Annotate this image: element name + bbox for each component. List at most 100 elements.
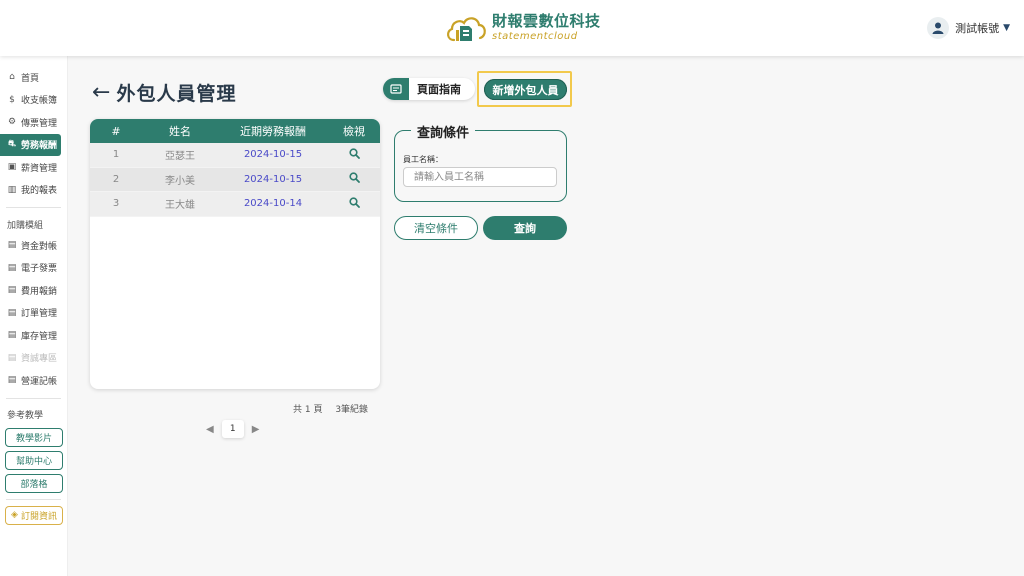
next-page-icon[interactable]: ▶ [252, 424, 260, 435]
brand-name-cn: 財報雲數位科技 [492, 12, 601, 30]
table-body: 1 亞瑟王 2024-10-15 2 李小美 2024-10-15 3 王大雄 … [90, 143, 380, 217]
pagination-summary: 共 1 頁 3筆紀錄 [293, 402, 368, 415]
diamond-icon: ◈ [11, 510, 18, 520]
sidebar-item-label: 費用報銷 [21, 286, 58, 297]
page-guide-button[interactable]: 頁面指南 [383, 78, 475, 100]
total-records: 3筆紀錄 [335, 405, 369, 415]
sidebar-item-fund-reconciliation[interactable]: ▤ 資金對帳 [0, 234, 67, 257]
sidebar-item-label: 營運記帳 [21, 376, 58, 387]
magnifier-icon[interactable] [348, 172, 360, 186]
labor-icon: ⛐ [8, 139, 16, 150]
sidebar-item-labor-remuneration[interactable]: ⛐ 勞務報酬 [0, 133, 61, 156]
magnifier-icon[interactable] [348, 197, 360, 211]
sidebar-item-ledger[interactable]: $ 收支帳簿 [0, 89, 67, 112]
reference-section-label: 參考教學 [7, 411, 44, 421]
sidebar-item-label: 電子發票 [21, 264, 58, 275]
doc-icon: ▤ [7, 352, 17, 363]
account-name: 測試帳號 [955, 22, 1000, 35]
table-row: 2 李小美 2024-10-15 [90, 167, 380, 192]
sidebar-item-pwc-zone: ▤ 資誠專區 [0, 347, 67, 370]
sidebar-item-label: 傳票管理 [21, 118, 58, 129]
query-panel: 查詢條件 員工名稱： [394, 122, 567, 202]
doc-icon: ▤ [7, 240, 17, 251]
help-center-button[interactable]: 幫助中心 [5, 450, 63, 470]
ledger-icon: $ [9, 94, 15, 105]
top-header: 財報雲數位科技 statementcloud 測試帳號 ▼ [0, 0, 1024, 56]
home-icon: ⌂ [9, 72, 15, 83]
subscription-label: 訂閱資訊 [20, 511, 57, 522]
page-title: ← 外包人員管理 [92, 79, 236, 106]
sidebar: ⌂ 首頁 $ 收支帳簿 ⚙ 傳票管理 ⛐ 勞務報酬 ▣ 薪資管理 ▥ 我的報表 … [0, 56, 68, 576]
query-panel-title: 查詢條件 [411, 122, 476, 141]
column-header-name: 姓名 [169, 125, 191, 138]
sidebar-divider [6, 207, 61, 208]
row-date: 2024-10-14 [243, 198, 303, 210]
sidebar-item-payroll[interactable]: ▣ 薪資管理 [0, 156, 67, 179]
sidebar-item-expense[interactable]: ▤ 費用報銷 [0, 279, 67, 302]
employee-name-label: 員工名稱： [403, 155, 443, 164]
column-header-recent-remuneration: 近期勞務報酬 [240, 125, 306, 138]
sidebar-item-home[interactable]: ⌂ 首頁 [0, 66, 67, 89]
add-contractor-button[interactable]: 新增外包人員 [484, 79, 567, 100]
guide-icon [383, 78, 409, 100]
sidebar-item-voucher[interactable]: ⚙ 傳票管理 [0, 111, 67, 134]
clear-conditions-button[interactable]: 清空條件 [394, 216, 478, 240]
row-name: 李小美 [165, 175, 195, 187]
row-date: 2024-10-15 [243, 149, 303, 161]
sidebar-item-label: 收支帳簿 [21, 96, 58, 107]
prev-page-icon[interactable]: ◀ [206, 424, 214, 435]
addon-section-label: 加購模組 [7, 220, 44, 231]
row-number: 3 [112, 198, 120, 210]
doc-icon: ▤ [7, 285, 17, 296]
employee-name-input[interactable] [403, 167, 557, 187]
row-name: 亞瑟王 [165, 151, 195, 163]
column-header-number: # [111, 124, 121, 138]
brand-logo[interactable]: 財報雲數位科技 statementcloud [444, 12, 601, 44]
guide-label: 頁面指南 [417, 83, 461, 96]
brand-name-en: statementcloud [492, 31, 578, 42]
cloud-logo-icon [444, 12, 488, 44]
chart-icon: ▥ [7, 184, 17, 195]
sidebar-item-label: 首頁 [21, 73, 40, 84]
doc-icon: ▤ [7, 262, 17, 273]
voucher-icon: ⚙ [7, 117, 17, 128]
page-number-button[interactable]: 1 [221, 420, 244, 438]
doc-icon: ▤ [7, 307, 17, 318]
sidebar-item-label: 庫存管理 [21, 331, 58, 342]
sidebar-divider [6, 498, 61, 500]
row-number: 1 [112, 149, 120, 161]
back-arrow-icon[interactable]: ← [92, 81, 110, 104]
page-title-text: 外包人員管理 [116, 83, 237, 105]
row-date: 2024-10-15 [243, 173, 303, 185]
sidebar-item-inventory[interactable]: ▤ 庫存管理 [0, 324, 67, 347]
sidebar-item-reports[interactable]: ▥ 我的報表 [0, 179, 67, 202]
column-header-view: 檢視 [343, 125, 365, 138]
wallet-icon: ▣ [7, 162, 17, 173]
sidebar-item-label: 我的報表 [21, 186, 58, 197]
account-menu[interactable]: 測試帳號 ▼ [927, 17, 1010, 39]
row-name: 王大雄 [165, 200, 195, 212]
search-button[interactable]: 查詢 [483, 216, 567, 240]
sidebar-item-operations[interactable]: ▤ 營運記帳 [0, 369, 67, 392]
sidebar-item-label: 勞務報酬 [21, 141, 58, 152]
sidebar-item-label: 薪資管理 [21, 163, 58, 174]
chevron-down-icon: ▼ [1003, 23, 1010, 33]
sidebar-item-e-invoice[interactable]: ▤ 電子發票 [0, 257, 67, 280]
total-pages: 共 1 頁 [293, 405, 323, 415]
table-row: 1 亞瑟王 2024-10-15 [90, 143, 380, 168]
sidebar-divider [6, 397, 61, 399]
sidebar-item-orders[interactable]: ▤ 訂單管理 [0, 302, 67, 325]
row-number: 2 [112, 173, 120, 185]
tutorial-video-button[interactable]: 教學影片 [5, 427, 63, 447]
contractor-table: # 姓名 近期勞務報酬 檢視 1 亞瑟王 2024-10-15 2 李小美 20… [90, 119, 380, 389]
table-row: 3 王大雄 2024-10-14 [90, 192, 380, 217]
doc-icon: ▤ [7, 375, 17, 386]
sidebar-item-label: 資誠專區 [21, 354, 58, 365]
sidebar-item-label: 資金對帳 [21, 241, 58, 252]
doc-icon: ▤ [7, 330, 17, 341]
magnifier-icon[interactable] [348, 148, 360, 162]
sidebar-item-label: 訂單管理 [21, 309, 58, 320]
subscription-button[interactable]: ◈ 訂閱資訊 [5, 505, 63, 525]
blog-button[interactable]: 部落格 [5, 473, 63, 493]
table-header: # 姓名 近期勞務報酬 檢視 [90, 119, 380, 143]
